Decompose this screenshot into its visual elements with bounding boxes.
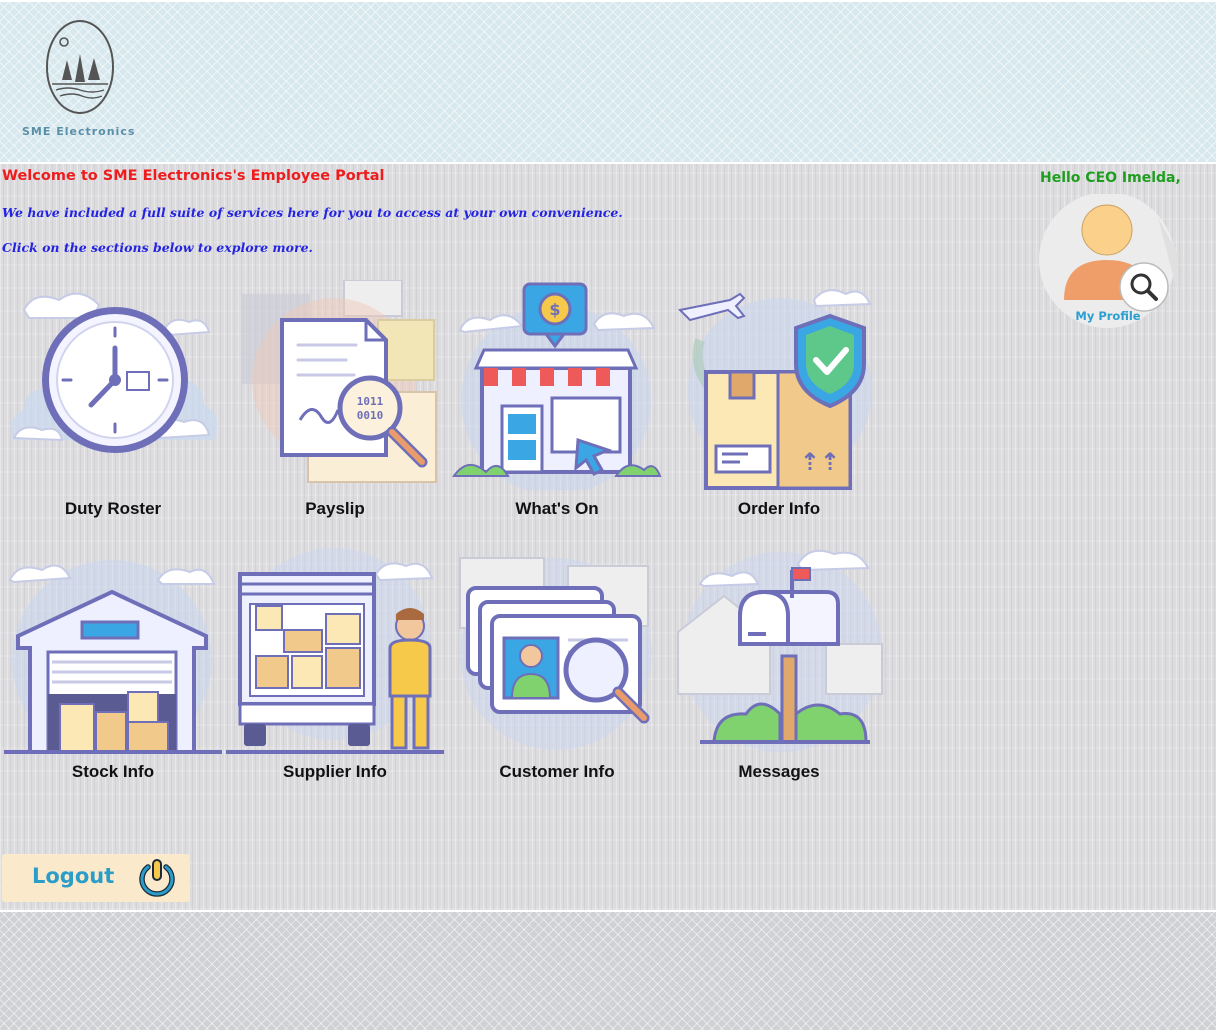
- footer-band: [0, 912, 1216, 1030]
- svg-text:1011: 1011: [357, 395, 384, 408]
- tile-stock-info[interactable]: Stock Info: [4, 544, 222, 781]
- my-profile-label: My Profile: [1075, 309, 1141, 323]
- tile-payslip[interactable]: 1011 0010 Payslip: [226, 280, 444, 518]
- forest-emblem-icon: [46, 20, 114, 114]
- instruction-text: Click on the sections below to explore m…: [2, 240, 313, 255]
- tile-label: Customer Info: [499, 762, 615, 781]
- power-icon: [139, 859, 175, 897]
- tile-label: Stock Info: [71, 762, 155, 781]
- tile-duty-roster[interactable]: Duty Roster: [4, 280, 222, 518]
- header-banner: SME Electronics: [0, 2, 1216, 162]
- tile-label: Messages: [738, 762, 820, 781]
- id-cards-icon: [459, 557, 652, 750]
- logout-button[interactable]: Logout: [2, 854, 190, 902]
- delivery-truck-icon: [226, 548, 444, 754]
- shipping-box-icon: ⇡⇡: [677, 289, 872, 490]
- tile-label: What's On: [515, 499, 599, 518]
- logout-label: Logout: [32, 864, 115, 888]
- mailbox-icon: [677, 549, 883, 752]
- brand-name: SME Electronics: [22, 125, 136, 138]
- document-magnifier-icon: 1011 0010: [242, 280, 437, 483]
- main-content: Welcome to SME Electronics's Employee Po…: [0, 164, 1216, 910]
- clock-icon: [10, 292, 218, 453]
- tile-order-info[interactable]: ⇡⇡ Order Info: [670, 280, 888, 518]
- tile-label: Duty Roster: [64, 499, 162, 518]
- tile-customer-info[interactable]: Customer Info: [448, 544, 666, 781]
- tile-supplier-info[interactable]: Supplier Info: [226, 544, 444, 781]
- svg-text:$: $: [549, 300, 560, 319]
- welcome-heading: Welcome to SME Electronics's Employee Po…: [2, 168, 385, 184]
- intro-text: We have included a full suite of service…: [2, 205, 623, 220]
- storefront-icon: $: [452, 282, 662, 490]
- tile-label: Order Info: [737, 499, 821, 518]
- company-logo[interactable]: SME Electronics: [20, 18, 144, 148]
- tile-label: Supplier Info: [283, 762, 387, 781]
- user-greeting: Hello CEO Imelda,: [1040, 170, 1181, 186]
- warehouse-icon: [4, 560, 222, 754]
- tile-whats-on[interactable]: $ What's On: [448, 280, 666, 518]
- svg-text:⇡⇡: ⇡⇡: [800, 448, 840, 476]
- my-profile-button[interactable]: My Profile: [1038, 192, 1178, 332]
- tile-messages[interactable]: Messages: [670, 544, 888, 781]
- tile-label: Payslip: [305, 499, 365, 518]
- svg-text:0010: 0010: [357, 409, 384, 422]
